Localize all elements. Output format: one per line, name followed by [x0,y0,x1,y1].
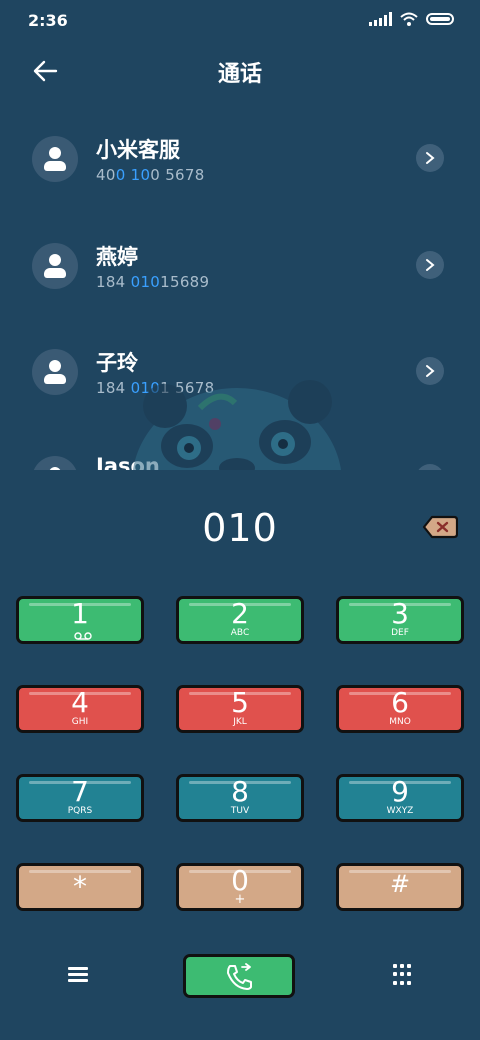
key-3[interactable]: 3 DEF [336,596,464,644]
contact-row[interactable]: 小米客服 400 100 5678 [0,110,480,210]
wifi-icon [400,12,418,26]
status-bar: 2:36 [0,0,480,40]
contact-name: 小米客服 [96,138,180,162]
dial-display: 010 [0,500,480,560]
panda-illustration [133,380,341,470]
keypad-icon[interactable] [393,964,411,986]
key-4[interactable]: 4 GHI [16,685,144,733]
page-title: 通话 [217,62,262,87]
status-time: 2:36 [28,11,68,30]
contact-name: 燕婷 [96,245,138,269]
avatar [32,243,78,289]
key-star[interactable]: * [16,863,144,911]
backspace-icon[interactable] [422,514,458,540]
battery-icon [426,13,454,25]
status-icons [369,12,454,26]
menu-icon[interactable] [68,967,88,983]
contact-name: 子玲 [96,351,138,375]
key-7[interactable]: 7 PQRS [16,774,144,822]
bottom-bar [0,950,480,1000]
key-1[interactable]: 1 [16,596,144,644]
key-6[interactable]: 6 MNO [336,685,464,733]
key-9[interactable]: 9 WXYZ [336,774,464,822]
call-button[interactable] [183,954,295,998]
dialed-number: 010 [202,506,278,550]
contact-number: 184 01015689 [96,273,210,291]
avatar [32,136,78,182]
chevron-right-icon[interactable] [416,357,444,385]
key-2[interactable]: 2 ABC [176,596,304,644]
avatar [32,456,78,470]
contact-row[interactable]: 燕婷 184 01015689 [0,217,480,317]
avatar [32,349,78,395]
signal-icon [369,12,392,26]
voicemail-icon [74,632,92,640]
key-0[interactable]: 0 + [176,863,304,911]
key-5[interactable]: 5 JKL [176,685,304,733]
phone-icon [227,963,252,990]
key-8[interactable]: 8 TUV [176,774,304,822]
header: 通话 [0,40,480,100]
contact-number: 400 100 5678 [96,166,205,184]
chevron-right-icon[interactable] [416,464,444,470]
key-hash[interactable]: # [336,863,464,911]
chevron-right-icon[interactable] [416,251,444,279]
chevron-right-icon[interactable] [416,144,444,172]
